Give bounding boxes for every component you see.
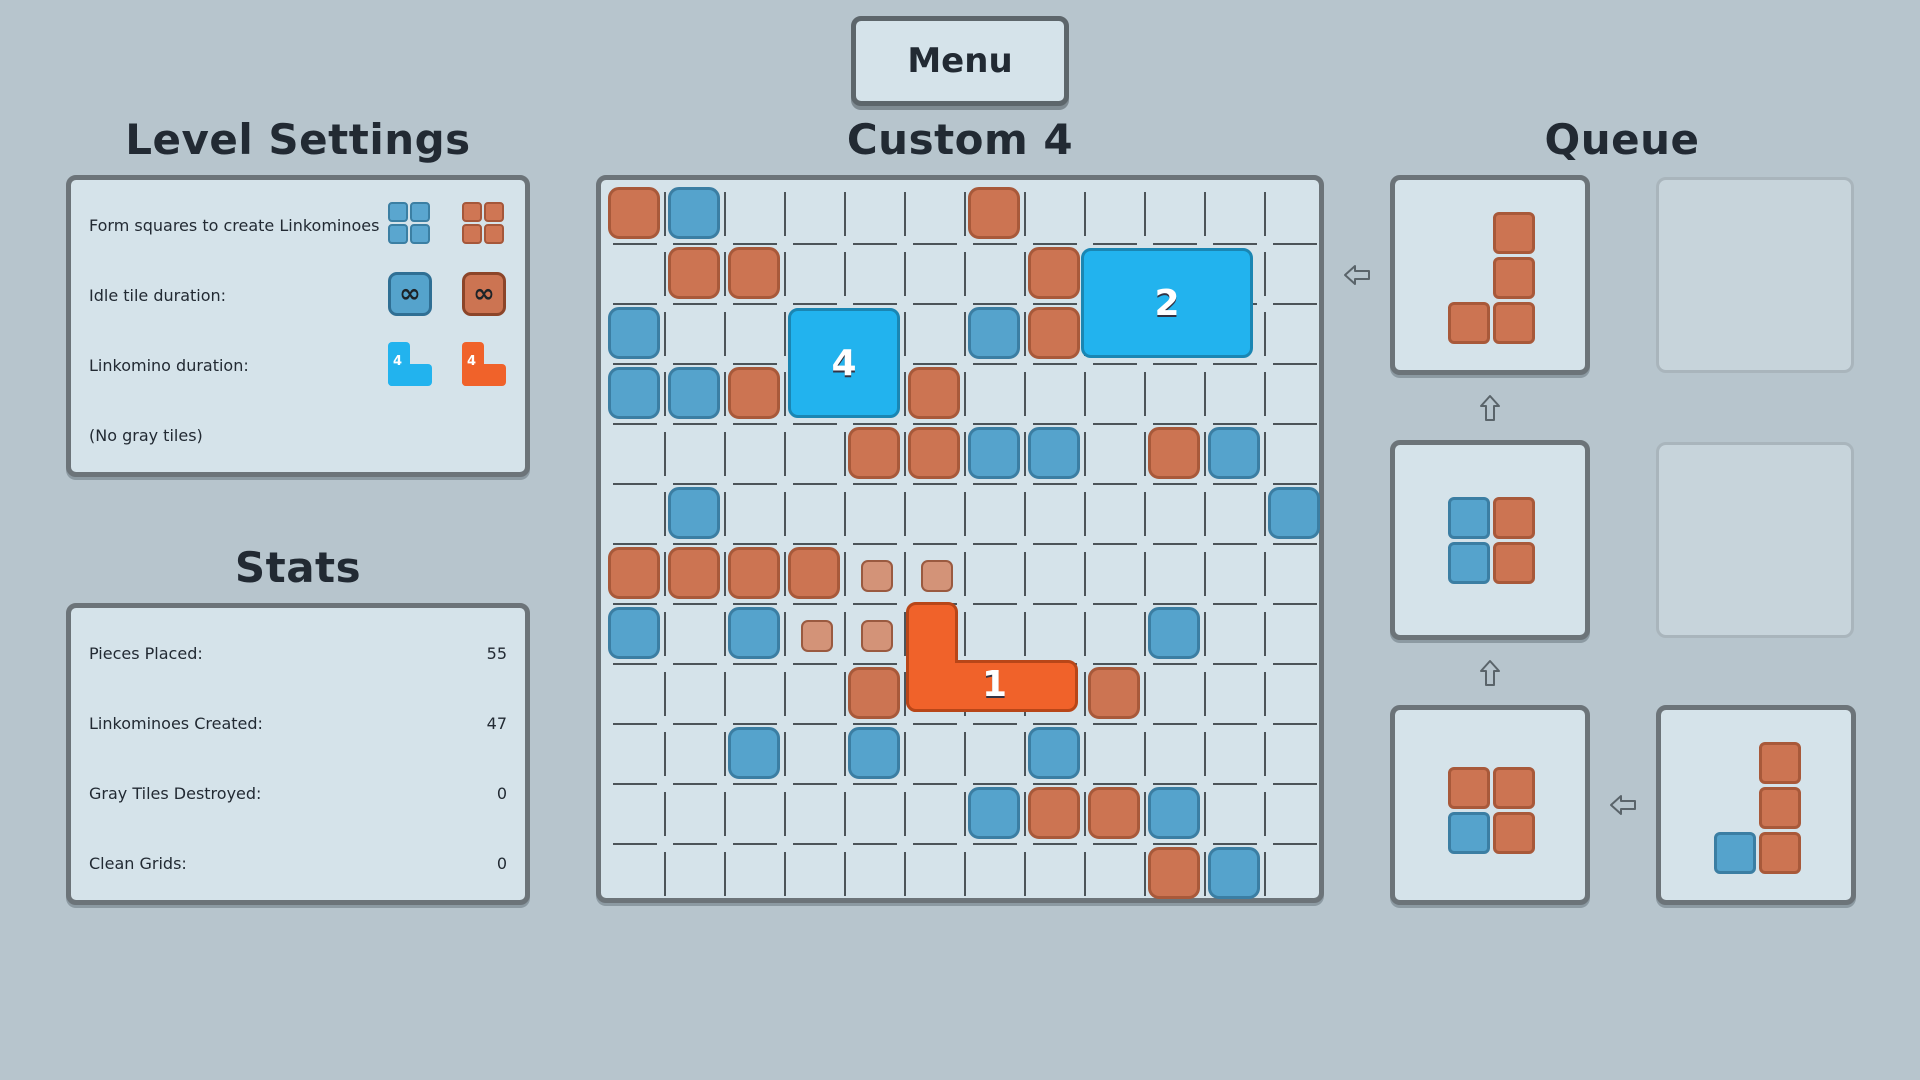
queue-slot-empty [1656, 177, 1854, 373]
game-board[interactable]: 4 2 1 [596, 175, 1324, 903]
setting-label-idle-duration: Idle tile duration: [89, 286, 227, 305]
stats-panel: Pieces Placed: 55 Linkominoes Created: 4… [66, 603, 530, 905]
orange-tile [1028, 787, 1080, 839]
orange-tile [788, 547, 840, 599]
level-settings-heading: Level Settings [125, 115, 471, 164]
l-piece-number: 4 [467, 354, 477, 369]
queue-slot-4[interactable] [1656, 705, 1856, 905]
l-piece-number: 4 [393, 354, 403, 369]
arrow-up-icon [1480, 660, 1500, 686]
blue-tile [1268, 487, 1320, 539]
setting-label-no-gray: (No gray tiles) [89, 426, 203, 445]
setting-label-form-squares: Form squares to create Linkominoes [89, 216, 380, 235]
queue-slot-2 [1390, 440, 1590, 640]
blue-tile [728, 607, 780, 659]
orange-square-icon [462, 202, 506, 246]
orange-tile [968, 187, 1020, 239]
level-settings-panel: Form squares to create Linkominoes Idle … [66, 175, 530, 477]
infinity-icon: ∞ [388, 272, 432, 316]
small-tile [861, 620, 893, 652]
stat-label: Linkominoes Created: [89, 714, 263, 733]
orange-tile [848, 667, 900, 719]
blue-tile [608, 607, 660, 659]
arrow-left-icon [1610, 795, 1636, 815]
stat-label: Clean Grids: [89, 854, 187, 873]
blue-tile [728, 727, 780, 779]
stat-value: 0 [496, 784, 507, 803]
stat-value: 47 [486, 714, 507, 733]
stat-label: Pieces Placed: [89, 644, 203, 663]
linkomino-1-number: 1 [982, 664, 1008, 705]
blue-tile [1148, 607, 1200, 659]
orange-tile [908, 367, 960, 419]
orange-tile [1028, 307, 1080, 359]
stat-value: 55 [486, 644, 507, 663]
queue-heading: Queue [1544, 115, 1700, 164]
blue-tile [668, 367, 720, 419]
queue-slot-empty [1656, 442, 1854, 638]
stat-label: Gray Tiles Destroyed: [89, 784, 262, 803]
orange-tile [908, 427, 960, 479]
l-piece-icon: 4 [388, 342, 432, 386]
orange-tile [1088, 787, 1140, 839]
orange-tile [668, 547, 720, 599]
blue-tile [968, 787, 1020, 839]
menu-button[interactable]: Menu [851, 16, 1069, 106]
blue-tile [968, 307, 1020, 359]
queue-slot-3[interactable] [1390, 705, 1590, 905]
orange-tile [1148, 427, 1200, 479]
stat-value: 0 [496, 854, 507, 873]
orange-tile [848, 427, 900, 479]
setting-label-linkomino-duration: Linkomino duration: [89, 356, 249, 375]
linkomino-1[interactable]: 1 [906, 602, 1078, 712]
stats-heading: Stats [234, 543, 362, 592]
blue-tile [848, 727, 900, 779]
linkomino-4[interactable]: 4 [788, 308, 900, 418]
small-tile [921, 560, 953, 592]
orange-tile [608, 187, 660, 239]
queue-slot-1 [1390, 175, 1590, 375]
blue-tile [1208, 427, 1260, 479]
blue-tile [668, 187, 720, 239]
blue-tile [608, 367, 660, 419]
small-tile [801, 620, 833, 652]
arrow-up-icon [1480, 395, 1500, 421]
linkomino-2[interactable]: 2 [1081, 248, 1253, 358]
blue-tile [608, 307, 660, 359]
orange-tile [1148, 847, 1200, 899]
small-tile [861, 560, 893, 592]
blue-tile [968, 427, 1020, 479]
blue-tile [668, 487, 720, 539]
infinity-icon: ∞ [462, 272, 506, 316]
orange-tile [608, 547, 660, 599]
blue-tile [1028, 727, 1080, 779]
blue-square-icon [388, 202, 432, 246]
orange-tile [1028, 247, 1080, 299]
blue-tile [1028, 427, 1080, 479]
orange-tile [728, 247, 780, 299]
blue-tile [1148, 787, 1200, 839]
blue-tile [1208, 847, 1260, 899]
orange-tile [668, 247, 720, 299]
level-title: Custom 4 [846, 115, 1074, 164]
orange-tile [1088, 667, 1140, 719]
l-piece-icon: 4 [462, 342, 506, 386]
orange-tile [728, 367, 780, 419]
orange-tile [728, 547, 780, 599]
arrow-left-icon [1344, 265, 1370, 285]
